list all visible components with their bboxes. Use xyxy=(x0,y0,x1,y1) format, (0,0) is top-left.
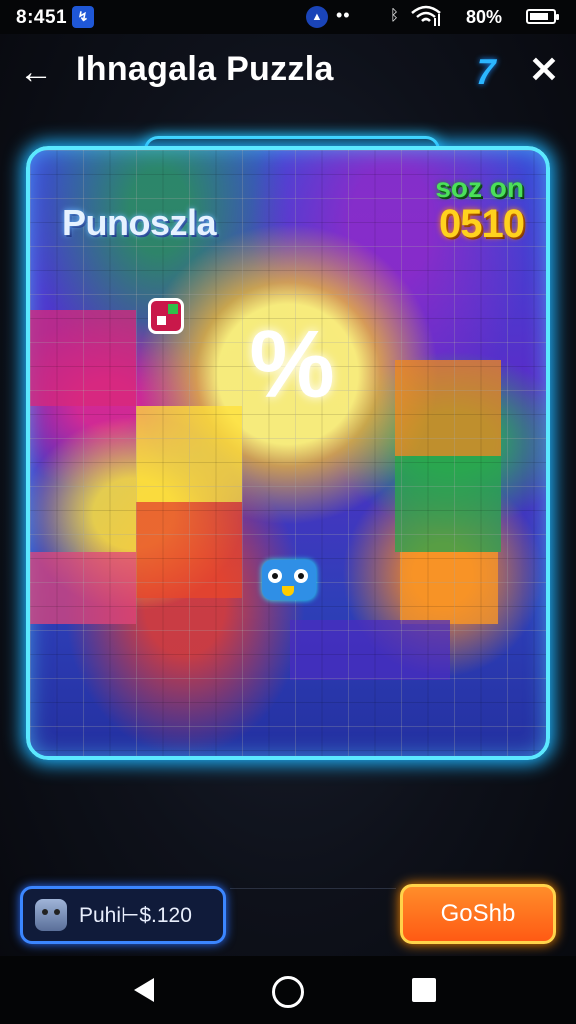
robot-icon xyxy=(35,899,67,931)
go-button[interactable]: GoShb xyxy=(400,884,556,944)
mascot-icon[interactable] xyxy=(262,560,316,600)
puzzle-board-container: Punoszla soz on 0510 % xyxy=(26,136,550,760)
bluetooth-icon: ᛒ xyxy=(390,7,400,24)
divider xyxy=(230,888,396,889)
wifi-icon xyxy=(411,5,441,26)
close-button[interactable]: ✕ xyxy=(524,49,564,90)
status-bar: 8:451 ↯ ▲ •• ᛒ 80% xyxy=(0,0,576,34)
mascot-beak xyxy=(282,586,294,596)
pieces-button-label: Puhi⊢$.120 xyxy=(79,903,192,927)
back-nav-icon[interactable] xyxy=(134,978,154,1002)
page-title: Ihnagala Puzzla xyxy=(76,50,334,88)
battery-percent: 80% xyxy=(466,7,503,27)
recents-nav-icon[interactable] xyxy=(412,978,436,1002)
pieces-button[interactable]: Puhi⊢$.120 xyxy=(20,886,226,944)
center-glyph: % xyxy=(249,311,335,418)
puzzle-board[interactable]: Punoszla soz on 0510 % xyxy=(26,146,550,760)
battery-fill xyxy=(530,13,548,20)
app-notification-icon: ↯ xyxy=(72,6,94,28)
sync-icon: ▲ xyxy=(306,6,328,28)
score-label: soz on xyxy=(435,172,524,203)
mascot-eye xyxy=(294,569,308,583)
back-button[interactable]: ← xyxy=(16,52,56,92)
system-nav-bar xyxy=(0,956,576,1024)
home-nav-icon[interactable] xyxy=(272,976,304,1008)
notification-dots: •• xyxy=(336,5,351,25)
score-value: 0510 xyxy=(439,202,525,246)
status-time: 8:451 xyxy=(16,7,68,28)
puzzle-name-label: Punoszla xyxy=(62,202,217,243)
puzzle-piece-icon[interactable] xyxy=(148,298,184,334)
mascot-eye xyxy=(268,569,282,583)
hint-button[interactable]: 7 xyxy=(462,51,511,92)
battery-icon xyxy=(526,9,559,24)
